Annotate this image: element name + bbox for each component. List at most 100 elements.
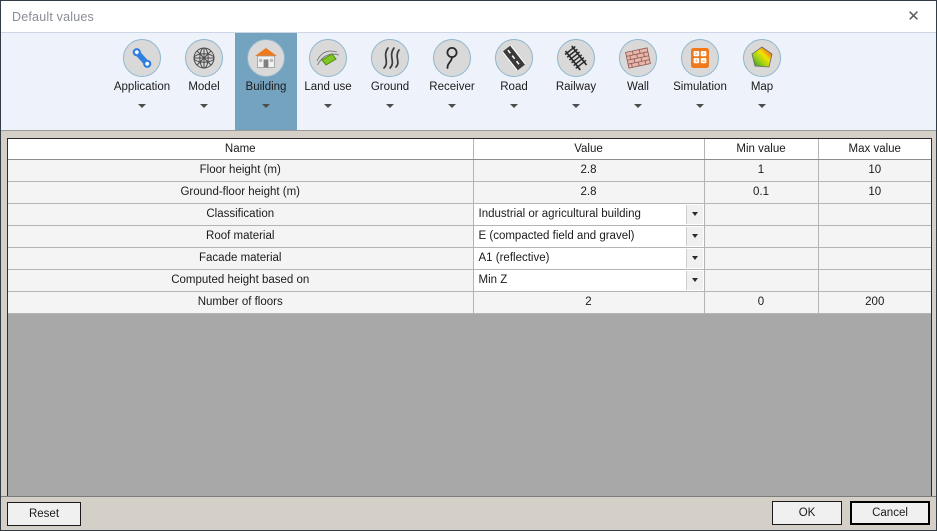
- ribbon-tab-label: Map: [750, 81, 774, 93]
- dropdown-selected-value: A1 (reflective): [478, 252, 550, 264]
- column-header-value[interactable]: Value: [473, 139, 705, 160]
- ok-button[interactable]: OK: [772, 501, 842, 525]
- max-value-cell: 10: [818, 159, 931, 182]
- svg-text:×: ×: [695, 51, 699, 57]
- ribbon-tab-simulation[interactable]: × ÷ + = Simulation: [669, 33, 731, 130]
- value-cell[interactable]: Min Z: [473, 269, 705, 292]
- value-cell[interactable]: 2.8: [473, 159, 705, 182]
- wrench-icon: [123, 39, 161, 77]
- dropdown-facade-material[interactable]: A1 (reflective): [473, 247, 704, 269]
- ribbon-tab-road[interactable]: Road: [483, 33, 545, 130]
- ribbon-tab-label: Wall: [627, 81, 649, 93]
- color-map-icon: [743, 39, 781, 77]
- chevron-down-icon: [691, 278, 698, 282]
- ribbon-tab-label: Simulation: [673, 81, 727, 93]
- reset-button[interactable]: Reset: [7, 502, 81, 526]
- dropdown-selected-value: E (compacted field and gravel): [478, 230, 635, 242]
- chevron-down-icon[interactable]: [510, 104, 518, 108]
- brick-wall-icon: [619, 39, 657, 77]
- chevron-down-icon: [691, 212, 698, 216]
- max-value-cell: [818, 247, 931, 270]
- properties-grid: Name Value Min value Max value Floor hei…: [7, 138, 932, 498]
- ribbon-tab-railway[interactable]: Railway: [545, 33, 607, 130]
- row-name: Facade material: [8, 247, 474, 270]
- calculator-icon: × ÷ + =: [681, 39, 719, 77]
- chevron-down-icon[interactable]: [572, 104, 580, 108]
- min-value-cell: [704, 225, 819, 248]
- dropdown-selected-value: Industrial or agricultural building: [478, 208, 641, 220]
- cancel-button[interactable]: Cancel: [850, 501, 930, 525]
- row-name: Number of floors: [8, 291, 474, 314]
- chevron-down-icon[interactable]: [200, 104, 208, 108]
- ribbon-tab-label: Railway: [555, 81, 597, 93]
- table-row[interactable]: Roof material E (compacted field and grav…: [8, 225, 931, 248]
- ribbon-tab-land-use[interactable]: Land use: [297, 33, 359, 130]
- ribbon-tab-label: Road: [500, 81, 528, 93]
- table-row[interactable]: Facade material A1 (reflective): [8, 247, 931, 270]
- value-cell[interactable]: Industrial or agricultural building: [473, 203, 705, 226]
- table-row[interactable]: Floor height (m) 2.8 1 10: [8, 159, 931, 182]
- dropdown-button[interactable]: [685, 226, 703, 246]
- chevron-down-icon[interactable]: [758, 104, 766, 108]
- dropdown-computed-height-based-on[interactable]: Min Z: [473, 269, 704, 291]
- window-title: Default values: [12, 9, 95, 24]
- chevron-down-icon[interactable]: [696, 104, 704, 108]
- ribbon-tab-wall[interactable]: Wall: [607, 33, 669, 130]
- table-header-row: Name Value Min value Max value: [8, 139, 931, 160]
- dropdown-roof-material[interactable]: E (compacted field and gravel): [473, 225, 704, 247]
- ribbon-tab-label: Building: [245, 81, 287, 93]
- dialog-footer: Reset OK Cancel: [1, 496, 936, 530]
- ribbon-tab-ground[interactable]: Ground: [359, 33, 421, 130]
- ribbon-tab-map[interactable]: Map: [731, 33, 793, 130]
- table-row[interactable]: Ground-floor height (m) 2.8 0.1 10: [8, 181, 931, 204]
- properties-table: Name Value Min value Max value Floor hei…: [8, 139, 931, 314]
- max-value-cell: 10: [818, 181, 931, 204]
- chevron-down-icon[interactable]: [262, 104, 270, 108]
- value-cell[interactable]: E (compacted field and gravel): [473, 225, 705, 248]
- table-row[interactable]: Number of floors 2 0 200: [8, 291, 931, 314]
- default-values-dialog: Default values ✕ Application Model Buildin…: [0, 0, 937, 531]
- column-header-name[interactable]: Name: [8, 139, 474, 160]
- row-name: Computed height based on: [8, 269, 474, 292]
- svg-text:÷: ÷: [702, 52, 706, 57]
- chevron-down-icon: [691, 234, 698, 238]
- ribbon-tab-label: Land use: [304, 81, 352, 93]
- house-icon: [247, 39, 285, 77]
- dropdown-button[interactable]: [685, 248, 703, 268]
- ribbon-tab-building[interactable]: Building: [235, 33, 297, 130]
- ribbon-tab-application[interactable]: Application: [111, 33, 173, 130]
- chevron-down-icon[interactable]: [324, 104, 332, 108]
- value-cell[interactable]: 2.8: [473, 181, 705, 204]
- ribbon-tab-label: Model: [188, 81, 220, 93]
- chevron-down-icon[interactable]: [448, 104, 456, 108]
- chevron-down-icon[interactable]: [634, 104, 642, 108]
- railway-track-icon: [557, 39, 595, 77]
- value-cell[interactable]: 2: [473, 291, 705, 314]
- table-row[interactable]: Computed height based on Min Z: [8, 269, 931, 292]
- min-value-cell: 0: [704, 291, 819, 314]
- close-icon[interactable]: ✕: [891, 1, 936, 31]
- ribbon-tab-label: Application: [113, 81, 171, 93]
- ribbon-tab-receiver[interactable]: Receiver: [421, 33, 483, 130]
- title-bar: Default values ✕: [1, 1, 936, 32]
- grid-empty-area: [8, 313, 931, 497]
- max-value-cell: 200: [818, 291, 931, 314]
- table-row[interactable]: Classification Industrial or agricultural…: [8, 203, 931, 226]
- min-value-cell: [704, 203, 819, 226]
- dropdown-button[interactable]: [685, 204, 703, 224]
- value-cell[interactable]: A1 (reflective): [473, 247, 705, 270]
- chevron-down-icon[interactable]: [138, 104, 146, 108]
- column-header-min-value[interactable]: Min value: [704, 139, 819, 160]
- wavy-lines-icon: [371, 39, 409, 77]
- column-header-max-value[interactable]: Max value: [818, 139, 931, 160]
- ribbon-tab-label: Ground: [370, 81, 410, 93]
- chevron-down-icon[interactable]: [386, 104, 394, 108]
- ribbon-tab-label: Receiver: [429, 81, 475, 93]
- dropdown-button[interactable]: [685, 270, 703, 290]
- dropdown-classification[interactable]: Industrial or agricultural building: [473, 203, 704, 225]
- ribbon-tab-model[interactable]: Model: [173, 33, 235, 130]
- min-value-cell: 1: [704, 159, 819, 182]
- dropdown-selected-value: Min Z: [478, 274, 508, 286]
- wireframe-sphere-icon: [185, 39, 223, 77]
- svg-text:=: =: [702, 59, 706, 64]
